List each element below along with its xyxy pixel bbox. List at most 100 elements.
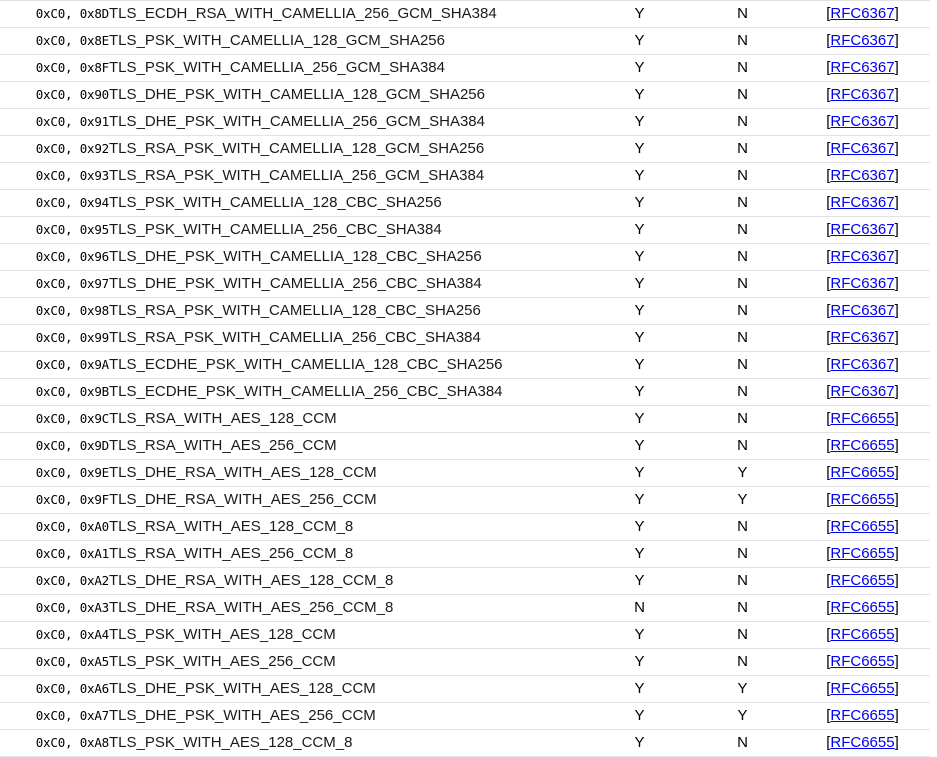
reference-link[interactable]: RFC6367 — [830, 113, 894, 130]
reference-bracket-close: ] — [894, 302, 899, 319]
cell-description: TLS_RSA_WITH_AES_128_CCM — [109, 405, 589, 433]
reference-bracket-close: ] — [894, 32, 899, 49]
reference-link[interactable]: RFC6655 — [830, 410, 894, 427]
cell-dtls-ok: Y — [589, 162, 690, 190]
table-row: 0xC0, 0x8D TLS_ECDH_RSA_WITH_CAMELLIA_256… — [0, 0, 930, 28]
cell-description: TLS_ECDHE_PSK_WITH_CAMELLIA_128_CBC_SHA2… — [109, 351, 589, 379]
cell-recommended: N — [690, 432, 795, 460]
cell-description: TLS_ECDH_RSA_WITH_CAMELLIA_256_GCM_SHA38… — [109, 0, 589, 28]
cell-recommended: N — [690, 0, 795, 28]
cell-recommended: N — [690, 27, 795, 55]
reference-link[interactable]: RFC6367 — [830, 302, 894, 319]
cell-value: 0xC0, 0x90 — [0, 81, 109, 109]
reference-bracket-close: ] — [894, 221, 899, 238]
cell-reference: [RFC6367] — [795, 135, 930, 163]
reference-bracket-close: ] — [894, 329, 899, 346]
table-row: 0xC0, 0x9C TLS_RSA_WITH_AES_128_CCM Y N [RFC… — [0, 405, 930, 433]
cell-value: 0xC0, 0x9B — [0, 378, 109, 406]
cell-recommended: N — [690, 324, 795, 352]
reference-link[interactable]: RFC6655 — [830, 734, 894, 751]
cell-recommended: N — [690, 108, 795, 136]
reference-link[interactable]: RFC6367 — [830, 140, 894, 157]
reference-link[interactable]: RFC6367 — [830, 383, 894, 400]
cell-reference: [RFC6655] — [795, 675, 930, 703]
reference-link[interactable]: RFC6367 — [830, 248, 894, 265]
cell-recommended: N — [690, 81, 795, 109]
cell-dtls-ok: Y — [589, 648, 690, 676]
cell-reference: [RFC6367] — [795, 378, 930, 406]
cell-value: 0xC0, 0x98 — [0, 297, 109, 325]
reference-link[interactable]: RFC6655 — [830, 572, 894, 589]
reference-link[interactable]: RFC6655 — [830, 518, 894, 535]
cell-description: TLS_DHE_RSA_WITH_AES_128_CCM_8 — [109, 567, 589, 595]
reference-bracket-close: ] — [894, 518, 899, 535]
reference-link[interactable]: RFC6655 — [830, 437, 894, 454]
reference-link[interactable]: RFC6655 — [830, 599, 894, 616]
reference-link[interactable]: RFC6367 — [830, 329, 894, 346]
reference-link[interactable]: RFC6367 — [830, 86, 894, 103]
cell-description: TLS_PSK_WITH_CAMELLIA_256_GCM_SHA384 — [109, 54, 589, 82]
reference-link[interactable]: RFC6367 — [830, 32, 894, 49]
cell-dtls-ok: Y — [589, 432, 690, 460]
cell-dtls-ok: Y — [589, 567, 690, 595]
cell-description: TLS_PSK_WITH_AES_256_CCM — [109, 648, 589, 676]
reference-link[interactable]: RFC6655 — [830, 707, 894, 724]
table-row: 0xC0, 0xA8 TLS_PSK_WITH_AES_128_CCM_8 Y N [R… — [0, 729, 930, 757]
reference-link[interactable]: RFC6367 — [830, 275, 894, 292]
cell-reference: [RFC6367] — [795, 324, 930, 352]
reference-bracket-close: ] — [894, 383, 899, 400]
reference-link[interactable]: RFC6367 — [830, 356, 894, 373]
cell-dtls-ok: Y — [589, 459, 690, 487]
cell-value: 0xC0, 0xA0 — [0, 513, 109, 541]
cell-recommended: N — [690, 189, 795, 217]
cell-description: TLS_DHE_PSK_WITH_AES_128_CCM — [109, 675, 589, 703]
reference-link[interactable]: RFC6655 — [830, 626, 894, 643]
cell-reference: [RFC6367] — [795, 270, 930, 298]
reference-link[interactable]: RFC6367 — [830, 59, 894, 76]
reference-bracket-close: ] — [894, 572, 899, 589]
reference-link[interactable]: RFC6655 — [830, 545, 894, 562]
cell-description: TLS_RSA_WITH_AES_256_CCM_8 — [109, 540, 589, 568]
reference-link[interactable]: RFC6655 — [830, 680, 894, 697]
reference-link[interactable]: RFC6367 — [830, 167, 894, 184]
reference-bracket-close: ] — [894, 491, 899, 508]
reference-link[interactable]: RFC6655 — [830, 653, 894, 670]
table-row: 0xC0, 0x9E TLS_DHE_RSA_WITH_AES_128_CCM Y Y… — [0, 459, 930, 487]
table-row: 0xC0, 0xA4 TLS_PSK_WITH_AES_128_CCM Y N [RFC… — [0, 621, 930, 649]
cell-description: TLS_RSA_PSK_WITH_CAMELLIA_256_GCM_SHA384 — [109, 162, 589, 190]
reference-bracket-close: ] — [894, 410, 899, 427]
cell-value: 0xC0, 0xA6 — [0, 675, 109, 703]
cell-value: 0xC0, 0x8F — [0, 54, 109, 82]
cell-dtls-ok: Y — [589, 108, 690, 136]
table-row: 0xC0, 0xA7 TLS_DHE_PSK_WITH_AES_256_CCM Y Y… — [0, 702, 930, 730]
cell-recommended: N — [690, 270, 795, 298]
cell-dtls-ok: Y — [589, 378, 690, 406]
reference-link[interactable]: RFC6367 — [830, 221, 894, 238]
cell-reference: [RFC6367] — [795, 189, 930, 217]
cell-reference: [RFC6367] — [795, 81, 930, 109]
cell-value: 0xC0, 0x9F — [0, 486, 109, 514]
reference-link[interactable]: RFC6367 — [830, 194, 894, 211]
table-row: 0xC0, 0x99 TLS_RSA_PSK_WITH_CAMELLIA_256_… — [0, 324, 930, 352]
reference-link[interactable]: RFC6367 — [830, 5, 894, 22]
reference-link[interactable]: RFC6655 — [830, 491, 894, 508]
cell-description: TLS_PSK_WITH_CAMELLIA_128_CBC_SHA256 — [109, 189, 589, 217]
cell-value: 0xC0, 0x9A — [0, 351, 109, 379]
table-row: 0xC0, 0x97 TLS_DHE_PSK_WITH_CAMELLIA_256_… — [0, 270, 930, 298]
cell-dtls-ok: N — [589, 594, 690, 622]
cell-dtls-ok: Y — [589, 702, 690, 730]
cell-reference: [RFC6655] — [795, 648, 930, 676]
cell-recommended: N — [690, 621, 795, 649]
cell-reference: [RFC6367] — [795, 108, 930, 136]
cell-value: 0xC0, 0x8D — [0, 0, 109, 28]
table-row: 0xC0, 0x94 TLS_PSK_WITH_CAMELLIA_128_CBC_… — [0, 189, 930, 217]
reference-bracket-close: ] — [894, 194, 899, 211]
cell-recommended: N — [690, 648, 795, 676]
reference-link[interactable]: RFC6655 — [830, 464, 894, 481]
cell-dtls-ok: Y — [589, 405, 690, 433]
cell-value: 0xC0, 0x9D — [0, 432, 109, 460]
cell-reference: [RFC6655] — [795, 702, 930, 730]
cell-value: 0xC0, 0x9E — [0, 459, 109, 487]
table-row: 0xC0, 0x9F TLS_DHE_RSA_WITH_AES_256_CCM Y Y… — [0, 486, 930, 514]
cell-recommended: N — [690, 729, 795, 757]
